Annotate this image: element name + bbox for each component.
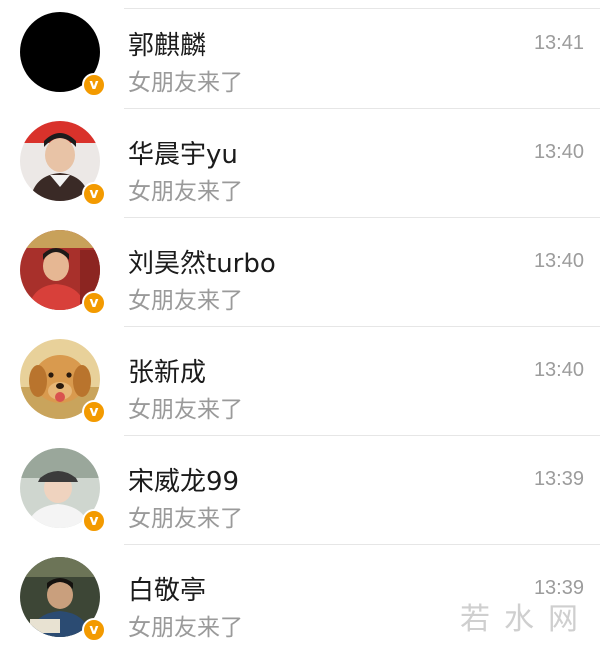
message-time: 13:40: [533, 250, 584, 272]
conversation-item[interactable]: v 郭麒麟 女朋友来了 13:41: [0, 0, 600, 109]
verified-badge-icon: v: [82, 509, 106, 533]
message-preview: 女朋友来了: [128, 397, 243, 423]
conversation-item[interactable]: v 刘昊然turbo 女朋友来了 13:40: [0, 218, 600, 327]
verified-badge-icon: v: [82, 291, 106, 315]
message-time: 13:40: [533, 359, 584, 381]
message-preview: 女朋友来了: [128, 288, 243, 314]
message-time: 13:41: [533, 32, 584, 54]
verified-badge-icon: v: [82, 618, 106, 642]
contact-name: 张新成: [128, 358, 207, 388]
contact-name: 郭麒麟: [128, 31, 207, 61]
message-preview: 女朋友来了: [128, 70, 243, 96]
watermark-text: 若水网: [460, 602, 592, 637]
contact-name: 白敬亭: [128, 576, 207, 606]
message-time: 13:40: [533, 141, 584, 163]
verified-badge-icon: v: [82, 73, 106, 97]
conversation-item[interactable]: v 张新成 女朋友来了 13:40: [0, 327, 600, 436]
contact-name: 华晨宇yu: [128, 140, 238, 170]
message-preview: 女朋友来了: [128, 615, 243, 641]
contact-name: 宋威龙99: [128, 467, 240, 497]
message-time: 13:39: [533, 468, 584, 490]
message-preview: 女朋友来了: [128, 506, 243, 532]
contact-name: 刘昊然turbo: [128, 249, 276, 279]
verified-badge-icon: v: [82, 400, 106, 424]
verified-badge-icon: v: [82, 182, 106, 206]
conversation-item[interactable]: v 宋威龙99 女朋友来了 13:39: [0, 436, 600, 545]
message-preview: 女朋友来了: [128, 179, 243, 205]
conversation-item[interactable]: v 华晨宇yu 女朋友来了 13:40: [0, 109, 600, 218]
